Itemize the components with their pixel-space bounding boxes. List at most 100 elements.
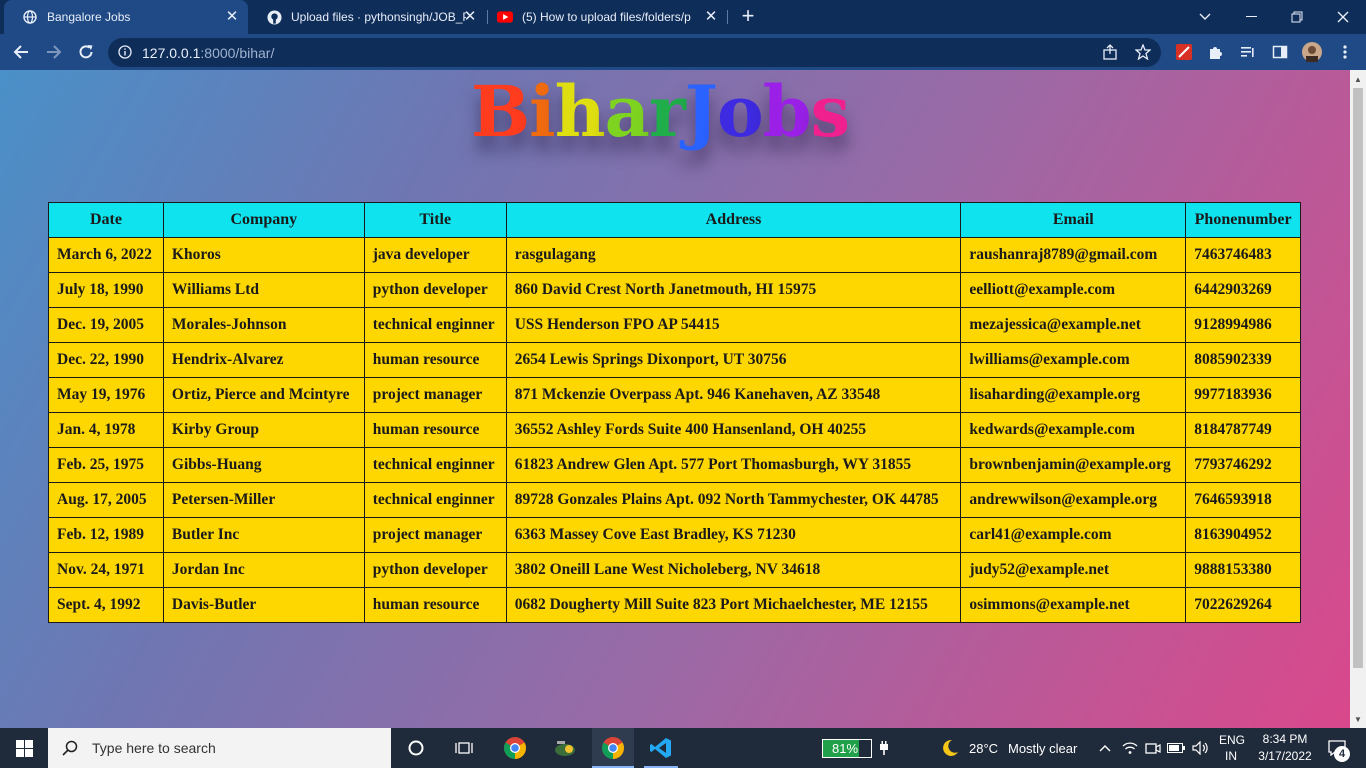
column-header: Company [162,202,365,238]
speaker-icon[interactable] [1190,728,1212,768]
task-view-icon[interactable] [444,728,484,768]
column-header: Address [505,202,962,238]
browser-toolbar: 127.0.0.1:8000/bihar/ [0,34,1366,70]
extension-red-icon[interactable] [1174,42,1194,62]
table-cell: python developer [363,272,507,308]
table-row: Dec. 19, 2005 Morales-Johnson technical en… [48,307,1301,343]
table-cell: 9977183936 [1185,377,1301,413]
table-row: Feb. 12, 1989 Butler Inc project manager 63… [48,517,1301,553]
column-header: Phonenumber [1185,202,1301,238]
side-panel-icon[interactable] [1270,42,1290,62]
profile-avatar[interactable] [1302,42,1322,62]
restore-button[interactable] [1274,0,1320,34]
tab-bangalore-jobs[interactable]: Bangalore Jobs ✕ [4,0,248,34]
table-cell: lisaharding@example.org [960,377,1187,413]
windows-start-icon[interactable] [0,728,48,768]
tab-search-chevron-icon[interactable] [1182,0,1228,34]
close-tab-icon[interactable]: ✕ [462,9,478,25]
search-placeholder: Type here to search [92,740,216,756]
chrome-active-taskbar-icon[interactable] [592,728,634,768]
brand-letter: h [554,70,606,153]
battery-tray-icon[interactable] [1166,728,1186,768]
table-cell: human resource [363,342,507,378]
minimize-button[interactable] [1228,0,1274,34]
table-cell: judy52@example.net [960,552,1187,588]
table-cell: USS Henderson FPO AP 54415 [505,307,962,343]
vscode-taskbar-icon[interactable] [640,728,682,768]
brand-letter: r [648,70,686,153]
column-header: Title [363,202,507,238]
meet-now-icon[interactable] [1143,728,1163,768]
weather-moon-icon[interactable] [938,728,962,768]
reload-button[interactable] [73,39,99,65]
notification-count-badge: 4 [1334,746,1350,762]
cortana-icon[interactable] [396,728,436,768]
chevron-up-icon[interactable] [1096,728,1114,768]
table-cell: 3802 Oneill Lane West Nicholeberg, NV 34… [505,552,962,588]
tab-title: (5) How to upload files/folders/p [522,10,691,24]
app-taskbar-icon[interactable] [544,728,586,768]
scroll-down-icon[interactable]: ▼ [1354,715,1362,724]
table-row: May 19, 1976 Ortiz, Pierce and Mcintyre pr… [48,377,1301,413]
close-tab-icon[interactable]: ✕ [224,9,240,25]
region-code[interactable]: IN [1225,749,1237,763]
table-cell: Jan. 4, 1978 [48,412,164,448]
weather-temp[interactable]: 28°C [969,741,998,756]
close-tab-icon[interactable]: ✕ [703,9,719,25]
clock-time[interactable]: 8:34 PM [1260,732,1310,746]
brand-letter: b [762,70,812,153]
table-cell: Morales-Johnson [162,307,365,343]
table-cell: brownbenjamin@example.org [960,447,1187,483]
more-options-icon[interactable] [1335,42,1355,62]
taskbar-search-input[interactable]: Type here to search [48,728,391,768]
media-control-icon[interactable] [1238,42,1258,62]
table-cell: Gibbs-Huang [162,447,365,483]
table-cell: java developer [363,237,507,273]
tab-youtube[interactable]: (5) How to upload files/folders/p ✕ [487,0,727,34]
bookmark-star-icon[interactable] [1134,43,1152,65]
table-cell: 9128994986 [1185,307,1301,343]
youtube-icon [497,9,513,25]
back-button[interactable] [8,39,34,65]
address-bar[interactable]: 127.0.0.1:8000/bihar/ [108,38,1161,67]
table-cell: March 6, 2022 [48,237,164,273]
scroll-thumb[interactable] [1353,88,1363,668]
share-icon[interactable] [1102,44,1118,65]
brand-letter: a [604,70,650,153]
table-row: Aug. 17, 2005 Petersen-Miller technical en… [48,482,1301,518]
page-scrollbar[interactable]: ▲ ▼ [1350,70,1366,728]
brand-letter: i [529,70,556,153]
tab-upload-files[interactable]: Upload files · pythonsingh/JOB_P ✕ [248,0,486,34]
table-cell: 0682 Dougherty Mill Suite 823 Port Micha… [505,587,962,623]
weather-desc[interactable]: Mostly clear [1008,741,1077,756]
table-cell: 7646593918 [1185,482,1301,518]
column-header: Email [960,202,1187,238]
table-cell: 36552 Ashley Fords Suite 400 Hansenland,… [505,412,962,448]
close-window-button[interactable] [1320,0,1366,34]
forward-button[interactable] [41,39,67,65]
scroll-up-icon[interactable]: ▲ [1354,75,1362,84]
extensions-puzzle-icon[interactable] [1206,42,1226,62]
table-cell: raushanraj8789@gmail.com [960,237,1187,273]
table-cell: 7463746483 [1185,237,1301,273]
table-cell: 61823 Andrew Glen Apt. 577 Port Thomasbu… [505,447,962,483]
table-cell: 6363 Massey Cove East Bradley, KS 71230 [505,517,962,553]
tab-strip: Bangalore Jobs ✕ Upload files · pythonsi… [0,0,1366,34]
clock-date[interactable]: 3/17/2022 [1254,749,1316,763]
table-cell: osimmons@example.net [960,587,1187,623]
table-body: March 6, 2022 Khoros java developer rasgula… [48,237,1301,623]
table-cell: 7022629264 [1185,587,1301,623]
table-cell: 6442903269 [1185,272,1301,308]
table-cell: technical enginner [363,307,507,343]
table-cell: Aug. 17, 2005 [48,482,164,518]
new-tab-button[interactable]: + [737,5,759,28]
table-cell: Feb. 25, 1975 [48,447,164,483]
brand-letter: s [810,70,850,153]
chrome-taskbar-icon[interactable] [494,728,536,768]
language-code[interactable]: ENG [1219,733,1245,747]
plug-icon [876,728,892,768]
battery-percent: 81% [832,741,859,756]
battery-indicator[interactable]: 81% [822,739,872,758]
wifi-icon[interactable] [1120,728,1140,768]
site-info-icon[interactable] [118,45,132,64]
